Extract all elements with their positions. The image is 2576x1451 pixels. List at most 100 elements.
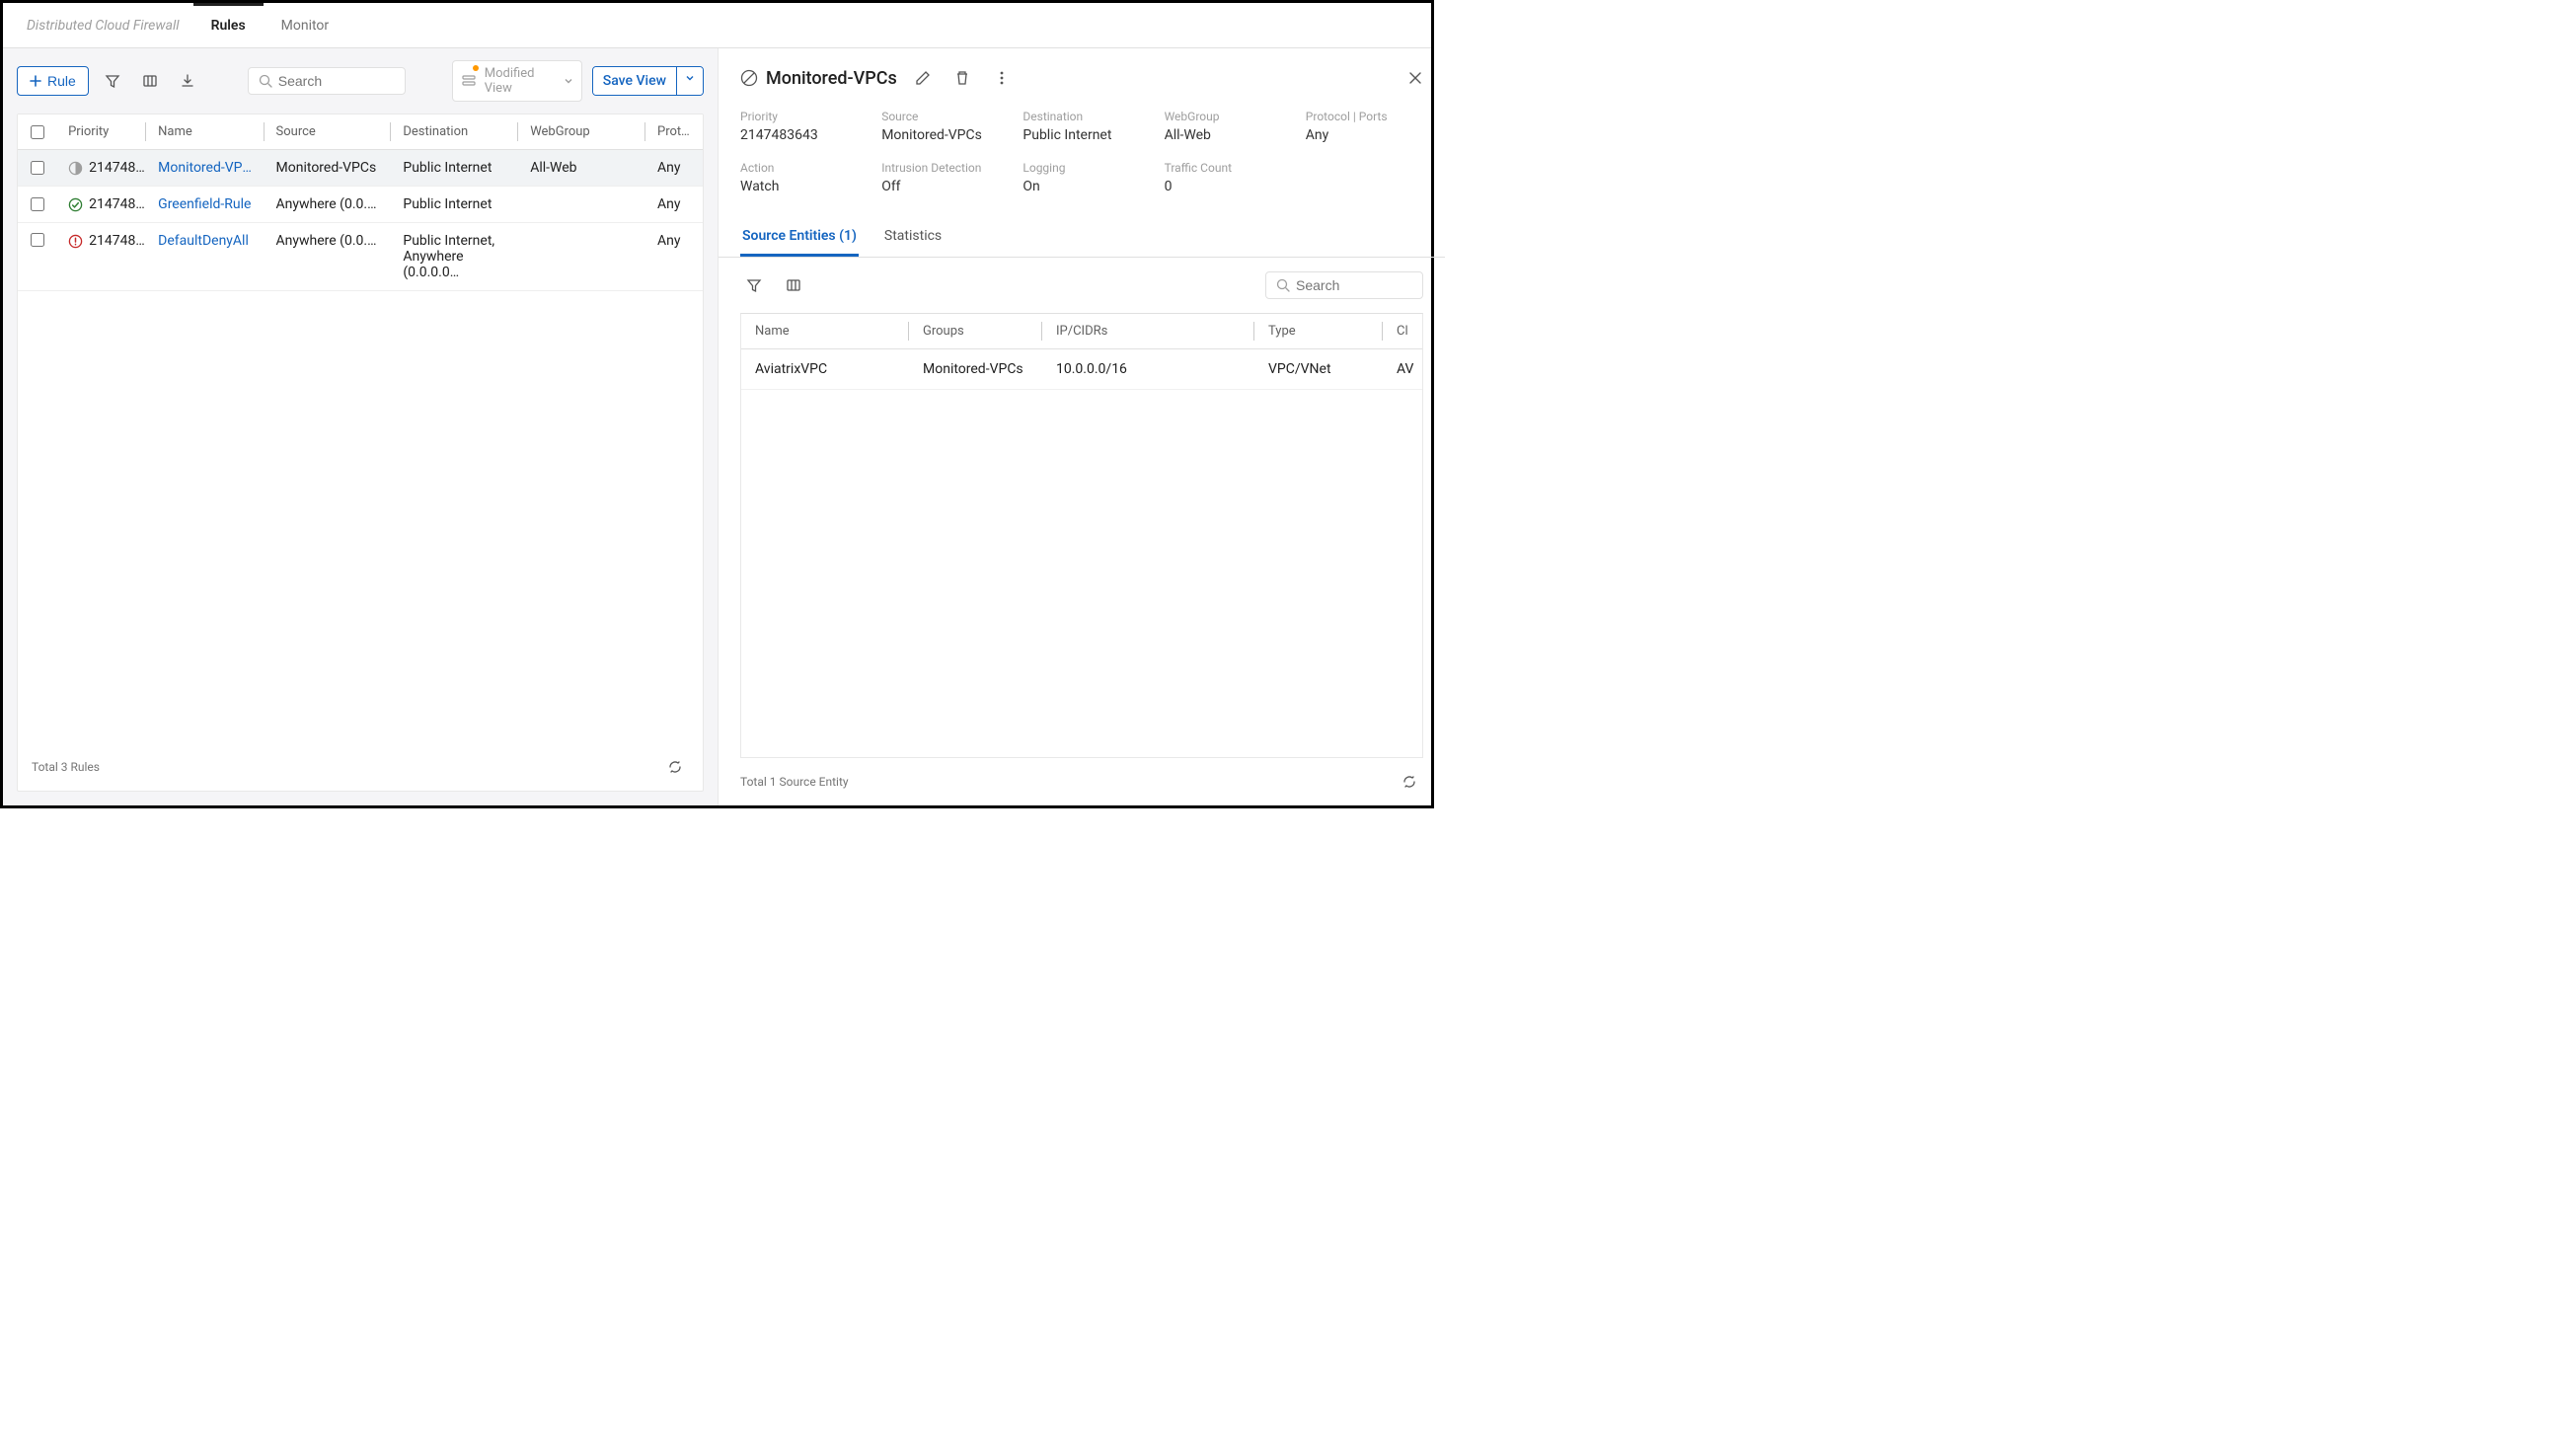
left-panel: Rule bbox=[3, 48, 719, 805]
rules-search-input[interactable] bbox=[278, 73, 395, 89]
filter-icon[interactable] bbox=[740, 271, 768, 299]
rules-count: Total 3 Rules bbox=[32, 760, 100, 774]
plus-icon bbox=[30, 75, 41, 87]
detail-actions bbox=[909, 64, 1016, 92]
deny-icon bbox=[68, 233, 83, 249]
ecol-cloud[interactable]: Cl bbox=[1383, 314, 1422, 348]
cell-webgroup bbox=[518, 223, 645, 243]
detail-title: Monitored-VPCs bbox=[740, 68, 897, 89]
save-view-dropdown[interactable] bbox=[676, 67, 703, 95]
entity-table: Name Groups IP/CIDRs Type Cl AviatrixVPC… bbox=[740, 313, 1423, 758]
cell-destination: Public Internet, Anywhere (0.0.0.0… bbox=[391, 223, 518, 290]
view-icon bbox=[461, 73, 477, 89]
modified-view-selector[interactable]: Modified View bbox=[452, 60, 582, 102]
top-tabs: Distributed Cloud Firewall Rules Monitor bbox=[3, 3, 1431, 48]
modified-view-label: Modified View bbox=[485, 66, 556, 96]
col-destination[interactable]: Destination bbox=[391, 115, 518, 149]
cell-priority: 214748… bbox=[56, 150, 146, 186]
download-icon[interactable] bbox=[174, 67, 201, 95]
table-row[interactable]: 214748… DefaultDenyAll Anywhere (0.0.0.0… bbox=[18, 223, 703, 291]
col-priority[interactable]: Priority bbox=[56, 115, 146, 149]
entity-search[interactable] bbox=[1265, 271, 1423, 299]
save-view-button[interactable]: Save View bbox=[593, 67, 676, 95]
ecell-type: VPC/VNet bbox=[1254, 349, 1383, 389]
entity-search-input[interactable] bbox=[1296, 277, 1412, 293]
rules-table: Priority Name Source Destination WebGrou… bbox=[17, 114, 704, 792]
select-all[interactable] bbox=[18, 115, 56, 149]
close-icon[interactable] bbox=[1407, 70, 1423, 86]
table-row[interactable]: 214748… Greenfield-Rule Anywhere (0.0.0.… bbox=[18, 187, 703, 223]
brand-title: Distributed Cloud Firewall bbox=[13, 18, 193, 34]
row-checkbox[interactable] bbox=[18, 188, 56, 221]
ecell-groups: Monitored-VPCs bbox=[909, 349, 1042, 389]
columns-icon[interactable] bbox=[780, 271, 807, 299]
cell-source: Monitored-VPCs bbox=[265, 150, 392, 186]
meta-protocol: Protocol | PortsAny bbox=[1306, 110, 1423, 143]
meta-destination: DestinationPublic Internet bbox=[1023, 110, 1140, 143]
cell-protocol: Any bbox=[645, 223, 703, 259]
watch-icon bbox=[68, 160, 83, 176]
add-rule-button[interactable]: Rule bbox=[17, 66, 89, 96]
meta-logging: LoggingOn bbox=[1023, 161, 1140, 194]
row-checkbox[interactable] bbox=[18, 151, 56, 185]
meta-webgroup: WebGroupAll-Web bbox=[1165, 110, 1282, 143]
meta-traffic: Traffic Count0 bbox=[1165, 161, 1282, 194]
cell-webgroup: All-Web bbox=[518, 150, 645, 186]
entity-row[interactable]: AviatrixVPC Monitored-VPCs 10.0.0.0/16 V… bbox=[741, 349, 1422, 390]
cell-protocol: Any bbox=[645, 150, 703, 186]
entity-footer: Total 1 Source Entity bbox=[719, 758, 1445, 805]
meta-grid: Priority2147483643 SourceMonitored-VPCs … bbox=[719, 102, 1445, 212]
cell-name[interactable]: Monitored-VPCs bbox=[146, 150, 264, 186]
meta-priority: Priority2147483643 bbox=[740, 110, 858, 143]
ecol-ip[interactable]: IP/CIDRs bbox=[1042, 314, 1254, 348]
ecell-ip: 10.0.0.0/16 bbox=[1042, 349, 1254, 389]
sub-tab-statistics[interactable]: Statistics bbox=[882, 218, 944, 257]
rules-table-header: Priority Name Source Destination WebGrou… bbox=[18, 115, 703, 150]
col-name[interactable]: Name bbox=[146, 115, 264, 149]
refresh-icon[interactable] bbox=[661, 753, 689, 781]
tab-rules[interactable]: Rules bbox=[193, 5, 264, 46]
col-source[interactable]: Source bbox=[265, 115, 392, 149]
cell-priority: 214748… bbox=[56, 187, 146, 222]
meta-action: ActionWatch bbox=[740, 161, 858, 194]
save-view-split-button: Save View bbox=[592, 66, 704, 96]
detail-header: Monitored-VPCs bbox=[719, 48, 1445, 102]
cell-webgroup bbox=[518, 194, 645, 214]
entity-toolbar bbox=[719, 258, 1445, 313]
rules-footer: Total 3 Rules bbox=[18, 743, 703, 791]
meta-source: SourceMonitored-VPCs bbox=[881, 110, 999, 143]
col-protocol[interactable]: Protoc bbox=[645, 115, 703, 149]
search-icon bbox=[1276, 278, 1290, 292]
sub-tab-source-entities[interactable]: Source Entities (1) bbox=[740, 218, 859, 257]
ecell-name: AviatrixVPC bbox=[741, 349, 909, 389]
ecell-cloud: AV bbox=[1383, 349, 1422, 389]
right-panel: Monitored-VPCs Priority2147483643 Source… bbox=[719, 48, 1445, 805]
ecol-name[interactable]: Name bbox=[741, 314, 909, 348]
allow-icon bbox=[68, 196, 83, 212]
cell-source: Anywhere (0.0.0.0… bbox=[265, 187, 392, 222]
cell-destination: Public Internet bbox=[391, 187, 518, 222]
entity-count: Total 1 Source Entity bbox=[740, 775, 849, 789]
search-icon bbox=[259, 74, 272, 88]
chevron-down-icon bbox=[564, 76, 573, 86]
ecol-groups[interactable]: Groups bbox=[909, 314, 1042, 348]
ecol-type[interactable]: Type bbox=[1254, 314, 1383, 348]
meta-ids: Intrusion DetectionOff bbox=[881, 161, 999, 194]
main-area: Rule bbox=[3, 48, 1431, 805]
rules-search[interactable] bbox=[248, 67, 406, 95]
filter-icon[interactable] bbox=[99, 67, 126, 95]
refresh-icon[interactable] bbox=[1396, 768, 1423, 796]
edit-icon[interactable] bbox=[909, 64, 937, 92]
cell-name[interactable]: DefaultDenyAll bbox=[146, 223, 264, 259]
table-row[interactable]: 214748… Monitored-VPCs Monitored-VPCs Pu… bbox=[18, 150, 703, 187]
more-icon[interactable] bbox=[988, 64, 1016, 92]
cell-name[interactable]: Greenfield-Rule bbox=[146, 187, 264, 222]
unsaved-dot-icon bbox=[473, 65, 479, 71]
entity-table-header: Name Groups IP/CIDRs Type Cl bbox=[741, 314, 1422, 349]
cell-priority: 214748… bbox=[56, 223, 146, 259]
col-webgroup[interactable]: WebGroup bbox=[518, 115, 645, 149]
columns-icon[interactable] bbox=[136, 67, 164, 95]
tab-monitor[interactable]: Monitor bbox=[264, 5, 347, 46]
delete-icon[interactable] bbox=[948, 64, 976, 92]
row-checkbox[interactable] bbox=[18, 223, 56, 257]
